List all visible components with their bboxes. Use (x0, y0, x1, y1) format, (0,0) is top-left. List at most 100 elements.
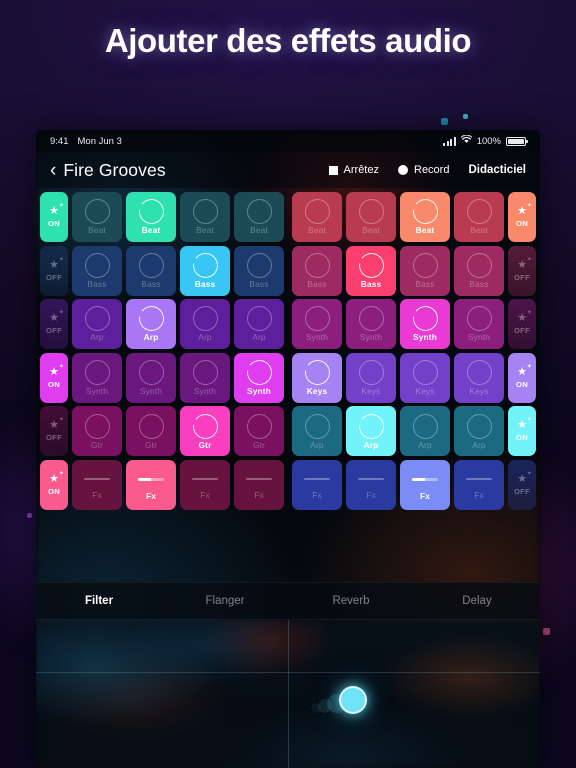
loop-pad[interactable]: Arp (346, 406, 396, 457)
loop-pad[interactable]: Beat (126, 192, 176, 242)
loop-pad[interactable]: Beat (454, 192, 504, 242)
loop-toggle-button[interactable]: ★OFF (508, 299, 536, 350)
loop-pad[interactable]: Fx (292, 459, 342, 510)
loop-pad[interactable]: Synth (72, 352, 122, 403)
loop-ring-icon (84, 199, 110, 225)
loop-toggle-button[interactable]: ★ON (40, 352, 68, 403)
xy-puck-icon[interactable] (311, 686, 367, 714)
loop-pad[interactable]: Arp (126, 299, 176, 350)
loop-toggle-button[interactable]: ★OFF (40, 406, 68, 457)
loop-ring-icon (358, 360, 384, 386)
tutorial-link[interactable]: Didacticiel (468, 164, 526, 176)
loop-pad[interactable]: Synth (126, 352, 176, 403)
loop-pad[interactable]: Arp (292, 406, 342, 457)
loop-pad[interactable]: Arp (180, 299, 230, 350)
loop-pad[interactable]: Gtr (72, 406, 122, 457)
loop-pad-label: Beat (141, 225, 161, 236)
loop-pad[interactable]: Keys (454, 352, 504, 403)
loop-pad[interactable]: Synth (234, 352, 284, 403)
loop-ring-icon (246, 360, 272, 386)
tab-filter[interactable]: Filter (36, 595, 162, 607)
loop-toggle-label: ON (516, 433, 528, 443)
loop-pad-label: Arp (310, 439, 324, 450)
loop-grid-half-left: ★ON Synth Synth Synth Synth (40, 352, 284, 403)
loop-toggle-button[interactable]: ★OFF (40, 245, 68, 296)
loop-pad[interactable]: Synth (400, 299, 450, 350)
loop-pad[interactable]: Arp (234, 299, 284, 350)
loop-pad[interactable]: Synth (454, 299, 504, 350)
loop-pad[interactable]: Fx (454, 459, 504, 510)
loop-pad[interactable]: Bass (346, 245, 396, 296)
record-button-label: Record (414, 164, 450, 176)
loop-toggle-button[interactable]: ★OFF (40, 299, 68, 350)
tab-flanger[interactable]: Flanger (162, 595, 288, 607)
loop-pad[interactable]: Gtr (126, 406, 176, 457)
stop-square-icon (328, 165, 338, 175)
tab-delay[interactable]: Delay (414, 595, 540, 607)
loop-pad[interactable]: Bass (126, 245, 176, 296)
loop-ring-icon (192, 306, 218, 332)
loop-pad[interactable]: Fx (346, 459, 396, 510)
loop-pad-label: Gtr (144, 439, 158, 450)
loop-pad-label: Fx (474, 490, 484, 501)
back-button[interactable]: ‹ (50, 161, 56, 180)
loop-pad[interactable]: Keys (292, 352, 342, 403)
record-button[interactable]: Record (398, 164, 449, 176)
loop-pad[interactable]: Fx (400, 459, 450, 510)
loop-pad[interactable]: Beat (72, 192, 122, 242)
tab-reverb[interactable]: Reverb (288, 595, 414, 607)
loop-pad[interactable]: Bass (234, 245, 284, 296)
loop-pad[interactable]: Bass (454, 245, 504, 296)
loop-pad[interactable]: Arp (454, 406, 504, 457)
loop-toggle-button[interactable]: ★OFF (508, 245, 536, 296)
loop-pad[interactable]: Bass (180, 245, 230, 296)
loop-pad[interactable]: Beat (180, 192, 230, 242)
loop-pad-label: Synth (85, 386, 109, 397)
loop-pad-label: Arp (90, 332, 104, 343)
loop-toggle-button[interactable]: ★ON (508, 192, 536, 242)
loop-pad[interactable]: Bass (292, 245, 342, 296)
loop-pad-label: Arp (198, 332, 212, 343)
loop-pad[interactable]: Synth (346, 299, 396, 350)
loop-pad[interactable]: Fx (234, 459, 284, 510)
loop-ring-icon (138, 413, 164, 439)
loop-toggle-button[interactable]: ★ON (508, 406, 536, 457)
grid-half-divider (284, 299, 292, 349)
stop-button[interactable]: Arrêtez (328, 164, 379, 176)
loop-pad-label: Fx (312, 490, 322, 501)
loop-pad[interactable]: Gtr (234, 406, 284, 457)
loop-pad[interactable]: Beat (346, 192, 396, 242)
loop-pad[interactable]: Beat (234, 192, 284, 242)
loop-pad[interactable]: Beat (400, 192, 450, 242)
loop-ring-icon (358, 413, 384, 439)
loop-toggle-button[interactable]: ★ON (508, 352, 536, 403)
loop-pad[interactable]: Gtr (180, 406, 230, 457)
loop-pad[interactable]: Keys (346, 352, 396, 403)
loop-pad[interactable]: Bass (72, 245, 122, 296)
loop-pad[interactable]: Fx (72, 459, 122, 510)
loop-toggle-button[interactable]: ★ON (40, 459, 68, 510)
loop-grid-half-left: ★ON Fx Fx Fx Fx (40, 459, 284, 510)
loop-pad[interactable]: Bass (400, 245, 450, 296)
loop-toggle-label: OFF (45, 272, 63, 282)
star-icon: ★ (49, 364, 64, 378)
loop-pad[interactable]: Fx (180, 459, 230, 510)
loop-pad[interactable]: Beat (292, 192, 342, 242)
loop-pad[interactable]: Synth (292, 299, 342, 350)
loop-toggle-button[interactable]: ★OFF (508, 459, 536, 510)
star-icon: ★ (49, 203, 64, 217)
loop-pad[interactable]: Synth (180, 352, 230, 403)
loop-pad[interactable]: Arp (72, 299, 122, 350)
loop-toggle-button[interactable]: ★ON (40, 192, 68, 242)
loop-ring-icon (412, 306, 438, 332)
loop-pad[interactable]: Fx (126, 459, 176, 510)
loop-grid-half-left: ★ ON Beat Beat Beat Beat (40, 192, 284, 242)
xy-effect-pad[interactable] (36, 620, 540, 768)
battery-full-icon (506, 136, 528, 146)
loop-grid-row: ★OFFBassBassBassBassBassBassBassBass★OFF (40, 245, 536, 296)
loop-pad-label: Bass (194, 278, 216, 289)
star-icon: ★ (517, 203, 532, 217)
ipad-device-frame: 9:41 Mon Jun 3 100% ‹ Fire Grooves Arrêt… (36, 130, 540, 768)
loop-pad[interactable]: Keys (400, 352, 450, 403)
loop-pad[interactable]: Arp (400, 406, 450, 457)
